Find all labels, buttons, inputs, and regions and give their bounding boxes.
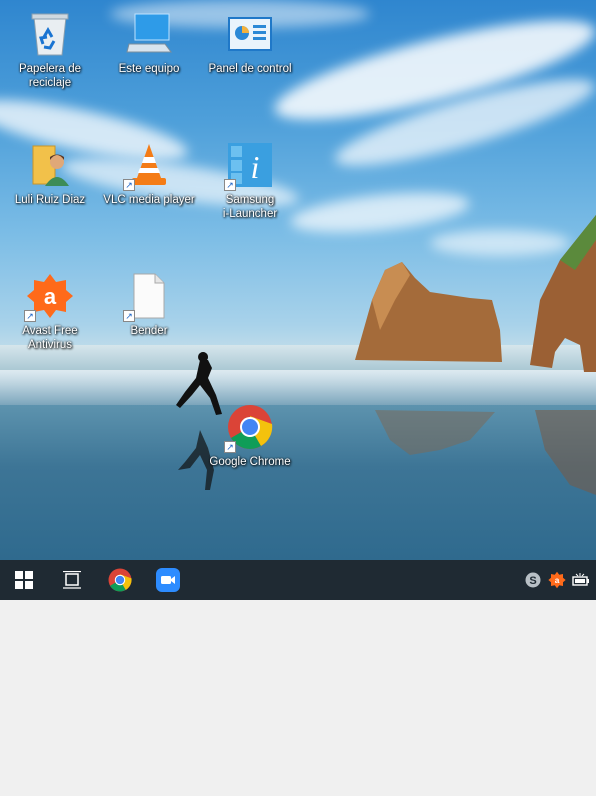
- desktop-icon-label: Este equipo: [118, 63, 180, 75]
- desktop-icon-label: Samsung i-Launcher: [222, 194, 278, 220]
- desktop-icon-label: Avast Free Antivirus: [22, 325, 78, 351]
- svg-text:i: i: [251, 149, 260, 185]
- control-panel-icon: [224, 8, 276, 60]
- svg-text:a: a: [44, 284, 57, 309]
- start-button[interactable]: [0, 560, 48, 600]
- desktop-icon-panel-de-control[interactable]: Panel de control: [202, 8, 298, 76]
- shortcut-arrow-icon: ↗: [123, 310, 135, 322]
- zoom-icon: [156, 568, 180, 592]
- taskbar: S a: [0, 560, 596, 600]
- svg-text:S: S: [529, 575, 536, 587]
- recycle-bin-icon: [24, 8, 76, 60]
- chrome-icon: [108, 568, 132, 592]
- shortcut-arrow-icon: ↗: [224, 441, 236, 453]
- desktop-icon-label: VLC media player: [103, 194, 195, 206]
- desktop-icon-user-folder[interactable]: Luli Ruiz Diaz: [2, 139, 98, 207]
- windows-logo-icon: [15, 571, 33, 589]
- shortcut-arrow-icon: ↗: [24, 310, 36, 322]
- desktop-icon-recycle-bin[interactable]: Papelera de reciclaje: [2, 8, 98, 90]
- file-icon: ↗: [123, 270, 175, 322]
- desktop-icon-label: Luli Ruiz Diaz: [14, 194, 86, 206]
- task-view-icon: [63, 571, 81, 589]
- desktop-icon-vlc[interactable]: ↗ VLC media player: [101, 139, 197, 207]
- battery-icon[interactable]: [572, 571, 590, 589]
- desktop-wallpaper: Papelera de reciclaje Este equipo Panel …: [0, 0, 596, 560]
- desktop-icon-este-equipo[interactable]: Este equipo: [101, 8, 197, 76]
- desktop-icon-samsung-launcher[interactable]: i ↗ Samsung i-Launcher: [202, 139, 298, 221]
- taskbar-zoom-button[interactable]: [144, 560, 192, 600]
- computer-icon: [123, 8, 175, 60]
- samsung-launcher-icon: i ↗: [224, 139, 276, 191]
- avast-tray-icon[interactable]: a: [548, 571, 566, 589]
- shortcut-arrow-icon: ↗: [123, 179, 135, 191]
- avast-icon: a ↗: [24, 270, 76, 322]
- skype-icon[interactable]: S: [524, 571, 542, 589]
- vlc-icon: ↗: [123, 139, 175, 191]
- user-folder-icon: [24, 139, 76, 191]
- desktop-icon-label: Panel de control: [208, 63, 292, 75]
- svg-text:a: a: [555, 576, 560, 585]
- desktop-icon-label: Bender: [130, 325, 168, 337]
- shortcut-arrow-icon: ↗: [224, 179, 236, 191]
- chrome-icon: ↗: [224, 401, 276, 453]
- desktop-icon-label: Google Chrome: [209, 456, 291, 468]
- desktop-icon-label: Papelera de reciclaje: [18, 63, 82, 89]
- desktop-icon-google-chrome[interactable]: ↗ Google Chrome: [202, 401, 298, 469]
- task-view-button[interactable]: [48, 560, 96, 600]
- desktop-icon-avast[interactable]: a ↗ Avast Free Antivirus: [2, 270, 98, 352]
- taskbar-chrome-button[interactable]: [96, 560, 144, 600]
- system-tray: S a: [524, 560, 596, 600]
- desktop-icon-bender[interactable]: ↗ Bender: [101, 270, 197, 338]
